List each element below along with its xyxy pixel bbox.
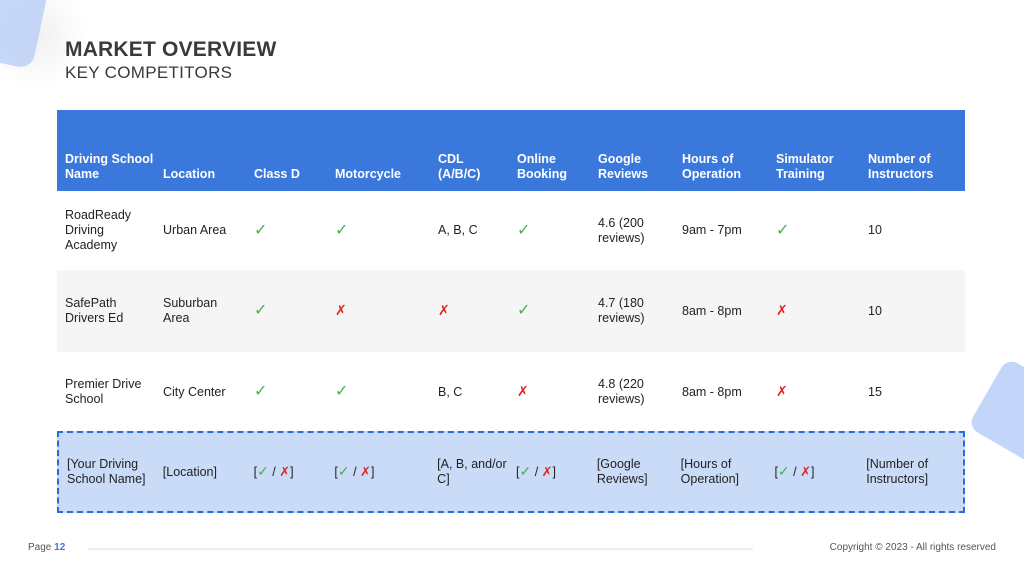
cell-instructors: 10 [868, 303, 882, 318]
your-cell-online-booking: [✓ / ✗] [508, 464, 589, 480]
cell-motorcycle: ✓ [327, 384, 430, 400]
cell-motorcycle: ✗ [327, 303, 430, 319]
check-icon: ✓ [517, 302, 531, 319]
table-row: RoadReady Driving Academy Urban Area ✓ ✓ A, … [57, 191, 965, 270]
decorative-shape-bottom-right [967, 357, 1024, 467]
check-icon: ✓ [776, 221, 790, 239]
cell-location: Suburban Area [163, 296, 218, 325]
your-cell-simulator: [✓ / ✗] [766, 464, 858, 480]
slash-separator: / [349, 465, 361, 479]
check-icon: ✓ [335, 383, 349, 400]
cell-hours: 8am - 8pm [682, 384, 742, 399]
header-instructors: Number of Instructors [868, 152, 934, 181]
cell-google-reviews: 4.8 (220 reviews) [598, 377, 645, 406]
check-icon: ✓ [335, 221, 349, 239]
header-school-name: Driving School Name [65, 152, 154, 181]
cell-simulator: ✓ [768, 221, 860, 239]
bracket-close: ] [370, 465, 375, 479]
page-title: MARKET OVERVIEW [65, 38, 277, 61]
check-icon: ✓ [254, 221, 268, 239]
check-icon: ✓ [519, 463, 532, 479]
cross-icon: ✗ [360, 464, 371, 479]
cell-hours: 9am - 7pm [682, 223, 742, 237]
cell-online-booking: ✓ [509, 303, 590, 319]
cell-motorcycle: ✓ [327, 221, 430, 239]
table-row: SafePath Drivers Ed Suburban Area ✓ ✗ ✗ ✓ 4.7 … [57, 270, 965, 352]
check-icon: ✓ [254, 302, 268, 319]
check-icon: ✓ [254, 383, 268, 400]
cross-icon: ✗ [800, 464, 811, 479]
cross-icon: ✗ [776, 383, 788, 399]
header-cdl: CDL (A/B/C) [438, 152, 481, 181]
your-cell-hours: [Hours of Operation] [680, 457, 740, 486]
header-motorcycle: Motorcycle [335, 167, 401, 181]
cell-location: Urban Area [163, 223, 227, 237]
cell-school-name: SafePath Drivers Ed [65, 296, 124, 325]
header-online-booking: Online Booking [517, 152, 567, 181]
check-icon: ✓ [517, 221, 531, 239]
table-row: Premier Drive School City Center ✓ ✓ B, C ✗ 4.… [57, 352, 965, 432]
cross-icon: ✗ [438, 302, 450, 318]
bracket-close: ] [810, 465, 815, 479]
slash-separator: / [268, 465, 280, 479]
your-cell-location: [Location] [162, 464, 217, 479]
cell-school-name: RoadReady Driving Academy [65, 208, 132, 252]
cross-icon: ✗ [517, 383, 529, 399]
cell-instructors: 15 [868, 384, 882, 399]
your-cell-google-reviews: [Google Reviews] [596, 457, 648, 486]
cell-class-d: ✓ [246, 303, 327, 319]
cell-instructors: 10 [868, 223, 882, 237]
header-simulator: Simulator Training [776, 152, 834, 181]
your-cell-school-name: [Your Driving School Name] [67, 457, 146, 486]
your-cell-class-d: [✓ / ✗] [246, 464, 327, 480]
cell-class-d: ✓ [246, 384, 327, 400]
table-header: Driving School Name Location Class D Motorc… [57, 110, 965, 191]
your-cell-motorcycle: [✓ / ✗] [326, 464, 429, 480]
page-number: 12 [54, 542, 66, 553]
cell-hours: 8am - 8pm [682, 303, 742, 318]
footer-divider [88, 548, 753, 550]
bracket-close: ] [552, 465, 557, 479]
cell-class-d: ✓ [246, 221, 327, 239]
your-cell-instructors: [Number of Instructors] [866, 457, 929, 486]
check-icon: ✓ [777, 463, 790, 479]
cell-cdl: B, C [438, 384, 463, 399]
your-cell-cdl: [A, B, and/or C] [437, 457, 507, 486]
header-google-reviews: Google Reviews [598, 152, 649, 181]
cell-online-booking: ✗ [509, 384, 590, 400]
table-body: RoadReady Driving Academy Urban Area ✓ ✓ A, … [57, 191, 965, 432]
cell-google-reviews: 4.7 (180 reviews) [598, 296, 645, 325]
check-icon: ✓ [337, 463, 350, 479]
check-icon: ✓ [257, 463, 269, 479]
cross-icon: ✗ [279, 464, 291, 479]
cross-icon: ✗ [541, 464, 553, 479]
cell-school-name: Premier Drive School [65, 377, 142, 406]
cell-simulator: ✗ [768, 384, 860, 400]
page-label: Page [28, 542, 52, 553]
cell-google-reviews: 4.6 (200 reviews) [598, 215, 645, 245]
cell-simulator: ✗ [768, 303, 860, 319]
header-hours: Hours of Operation [682, 152, 742, 181]
page-subtitle: KEY COMPETITORS [65, 63, 233, 82]
cell-online-booking: ✓ [509, 221, 590, 239]
header-location: Location [163, 167, 216, 181]
your-school-row: [Your Driving School Name] [Location] [✓ /… [57, 431, 965, 513]
cell-location: City Center [163, 384, 226, 399]
cell-cdl: A, B, C [438, 223, 478, 237]
cross-icon: ✗ [335, 302, 347, 318]
cell-cdl: ✗ [430, 303, 509, 319]
bracket-close: ] [290, 465, 294, 479]
competitor-table: Driving School Name Location Class D Motorc… [57, 110, 965, 432]
page-indicator: Page 12 [28, 542, 65, 553]
copyright-text: Copyright © 2023 - All rights reserved [829, 542, 996, 553]
header-class-d: Class D [254, 167, 300, 181]
slash-separator: / [531, 465, 542, 479]
slash-separator: / [789, 465, 801, 479]
cross-icon: ✗ [776, 302, 788, 318]
